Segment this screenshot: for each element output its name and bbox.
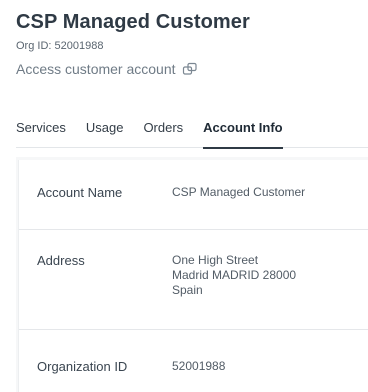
tab-account-info[interactable]: Account Info: [203, 118, 284, 149]
page-header: CSP Managed Customer Org ID: 52001988 Ac…: [16, 8, 368, 78]
address-row: Address One High Street Madrid MADRID 28…: [19, 230, 368, 330]
access-customer-account-link[interactable]: Access customer account: [16, 60, 368, 78]
tab-bar: Services Usage Orders Account Info: [16, 118, 368, 149]
account-info-panel: Account Name CSP Managed Customer Addres…: [16, 157, 368, 392]
address-line-1: One High Street: [172, 253, 259, 267]
account-info-card: Account Name CSP Managed Customer Addres…: [18, 160, 368, 392]
address-label: Address: [37, 253, 85, 268]
external-link-icon[interactable]: [182, 62, 198, 76]
org-id-text: Org ID: 52001988: [16, 40, 104, 52]
page-title: CSP Managed Customer: [16, 11, 250, 33]
organization-id-value: 52001988: [172, 359, 226, 373]
tab-usage[interactable]: Usage: [86, 118, 124, 148]
address-line-3: Spain: [172, 283, 203, 297]
tab-services[interactable]: Services: [16, 118, 66, 148]
account-name-row: Account Name CSP Managed Customer: [19, 160, 368, 230]
account-name-label: Account Name: [37, 185, 123, 200]
account-name-value: CSP Managed Customer: [172, 185, 306, 199]
access-customer-account-label: Access customer account: [16, 61, 176, 77]
organization-id-row: Organization ID 52001988: [19, 330, 368, 392]
address-line-2: Madrid MADRID 28000: [172, 268, 297, 282]
organization-id-label: Organization ID: [37, 359, 128, 374]
tab-orders[interactable]: Orders: [143, 118, 183, 148]
address-value: One High Street Madrid MADRID 28000 Spai…: [172, 253, 296, 298]
